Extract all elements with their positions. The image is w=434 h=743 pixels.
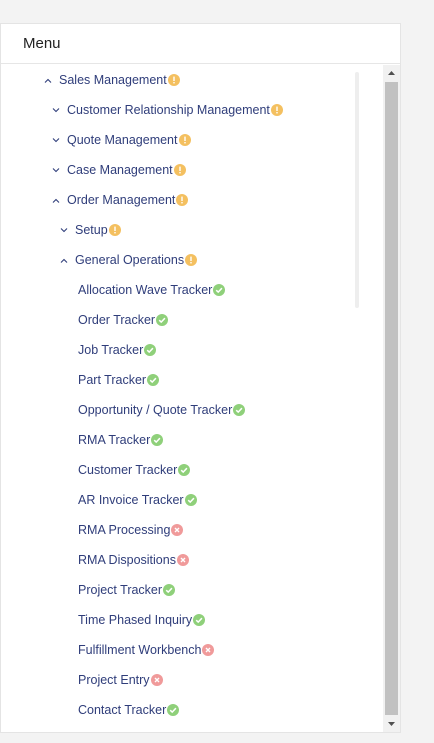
tree-item-label: Time Phased Inquiry — [78, 612, 193, 627]
tree-item-label: General Operations — [75, 252, 185, 267]
tree-item-label: Setup — [75, 222, 108, 237]
chevron-up-icon[interactable] — [51, 198, 61, 203]
tree-item-label: Order Management — [67, 192, 176, 207]
tree-item-allocation-wave-tracker[interactable]: Allocation Wave Tracker — [78, 275, 226, 305]
tree-item-customer-relationship-management[interactable]: Customer Relationship Management — [51, 95, 283, 125]
tree-item-project-tracker[interactable]: Project Tracker — [78, 575, 176, 605]
warning-icon — [108, 224, 121, 236]
check-icon — [151, 434, 164, 446]
tree-item-label: Fulfillment Workbench — [78, 642, 202, 657]
scrollbar-thumb[interactable] — [385, 82, 398, 715]
menu-title: Menu — [23, 35, 61, 52]
tree-item-rma-processing[interactable]: RMA Processing — [78, 515, 184, 545]
check-icon — [156, 314, 169, 326]
tree-item-case-management[interactable]: Case Management — [51, 155, 186, 185]
scrollbar[interactable] — [383, 65, 400, 732]
check-icon — [193, 614, 206, 626]
error-icon — [171, 524, 184, 536]
warning-icon — [176, 194, 189, 206]
tree-item-order-management[interactable]: Order Management — [51, 185, 189, 215]
tree-item-label: Case Management — [67, 162, 173, 177]
tree-item-rma-dispositions[interactable]: RMA Dispositions — [78, 545, 189, 575]
tree-item-label: Part Tracker — [78, 372, 147, 387]
tree-item-ar-invoice-tracker[interactable]: AR Invoice Tracker — [78, 485, 197, 515]
menu-tree: Sales Management Customer Relationship Ma… — [1, 65, 383, 732]
tree-item-label: Contact Tracker — [78, 702, 167, 717]
chevron-down-icon[interactable] — [51, 137, 61, 143]
tree-item-label: Customer Relationship Management — [67, 102, 270, 117]
tree-item-rma-tracker[interactable]: RMA Tracker — [78, 425, 164, 455]
tree-item-sales-management[interactable]: Sales Management — [43, 65, 180, 95]
check-icon — [163, 584, 176, 596]
error-icon — [176, 554, 189, 566]
warning-icon — [185, 254, 198, 266]
tree-item-label: Opportunity / Quote Tracker — [78, 402, 233, 417]
warning-icon — [173, 164, 186, 176]
warning-icon — [270, 104, 283, 116]
tree-item-label: Quote Management — [67, 132, 178, 147]
error-icon — [202, 644, 215, 656]
tree-item-general-operations[interactable]: General Operations — [59, 245, 198, 275]
tree-item-label: RMA Tracker — [78, 432, 151, 447]
tree-item-project-entry[interactable]: Project Entry — [78, 665, 163, 695]
tree-item-label: RMA Processing — [78, 522, 171, 537]
tree-item-label: Allocation Wave Tracker — [78, 282, 213, 297]
scroll-up-arrow-icon[interactable] — [383, 65, 400, 81]
chevron-down-icon[interactable] — [51, 107, 61, 113]
tree-item-opportunity-quote-tracker[interactable]: Opportunity / Quote Tracker — [78, 395, 246, 425]
tree-item-setup[interactable]: Setup — [59, 215, 121, 245]
tree-item-label: Customer Tracker — [78, 462, 178, 477]
scroll-down-arrow-icon[interactable] — [383, 716, 400, 732]
tree-item-label: Job Tracker — [78, 342, 144, 357]
check-icon — [178, 464, 191, 476]
check-icon — [184, 494, 197, 506]
tree-item-label: Project Tracker — [78, 582, 163, 597]
chevron-down-icon[interactable] — [59, 227, 69, 233]
tree-item-label: RMA Dispositions — [78, 552, 176, 567]
check-icon — [147, 374, 160, 386]
menu-panel: Menu Sales Management Customer Relationsh… — [0, 23, 401, 733]
tree-item-label: AR Invoice Tracker — [78, 492, 184, 507]
tree-item-time-phased-inquiry[interactable]: Time Phased Inquiry — [78, 605, 206, 635]
tree-item-label: Order Tracker — [78, 312, 156, 327]
chevron-up-icon[interactable] — [43, 78, 53, 83]
warning-icon — [167, 74, 180, 86]
check-icon — [233, 404, 246, 416]
tree-item-fulfillment-workbench[interactable]: Fulfillment Workbench — [78, 635, 215, 665]
warning-icon — [178, 134, 191, 146]
tree-item-contact-tracker[interactable]: Contact Tracker — [78, 695, 180, 725]
tree-item-label: Project Entry — [78, 672, 150, 687]
tree-item-order-tracker[interactable]: Order Tracker — [78, 305, 169, 335]
tree-item-quote-management[interactable]: Quote Management — [51, 125, 191, 155]
check-icon — [213, 284, 226, 296]
chevron-up-icon[interactable] — [59, 258, 69, 263]
tree-item-label: Sales Management — [59, 72, 167, 87]
check-icon — [144, 344, 157, 356]
tree-item-customer-tracker[interactable]: Customer Tracker — [78, 455, 191, 485]
menu-header: Menu — [1, 24, 400, 64]
tree-item-part-tracker[interactable]: Part Tracker — [78, 365, 160, 395]
tree-item-job-tracker[interactable]: Job Tracker — [78, 335, 157, 365]
error-icon — [150, 674, 163, 686]
chevron-down-icon[interactable] — [51, 167, 61, 173]
check-icon — [167, 704, 180, 716]
